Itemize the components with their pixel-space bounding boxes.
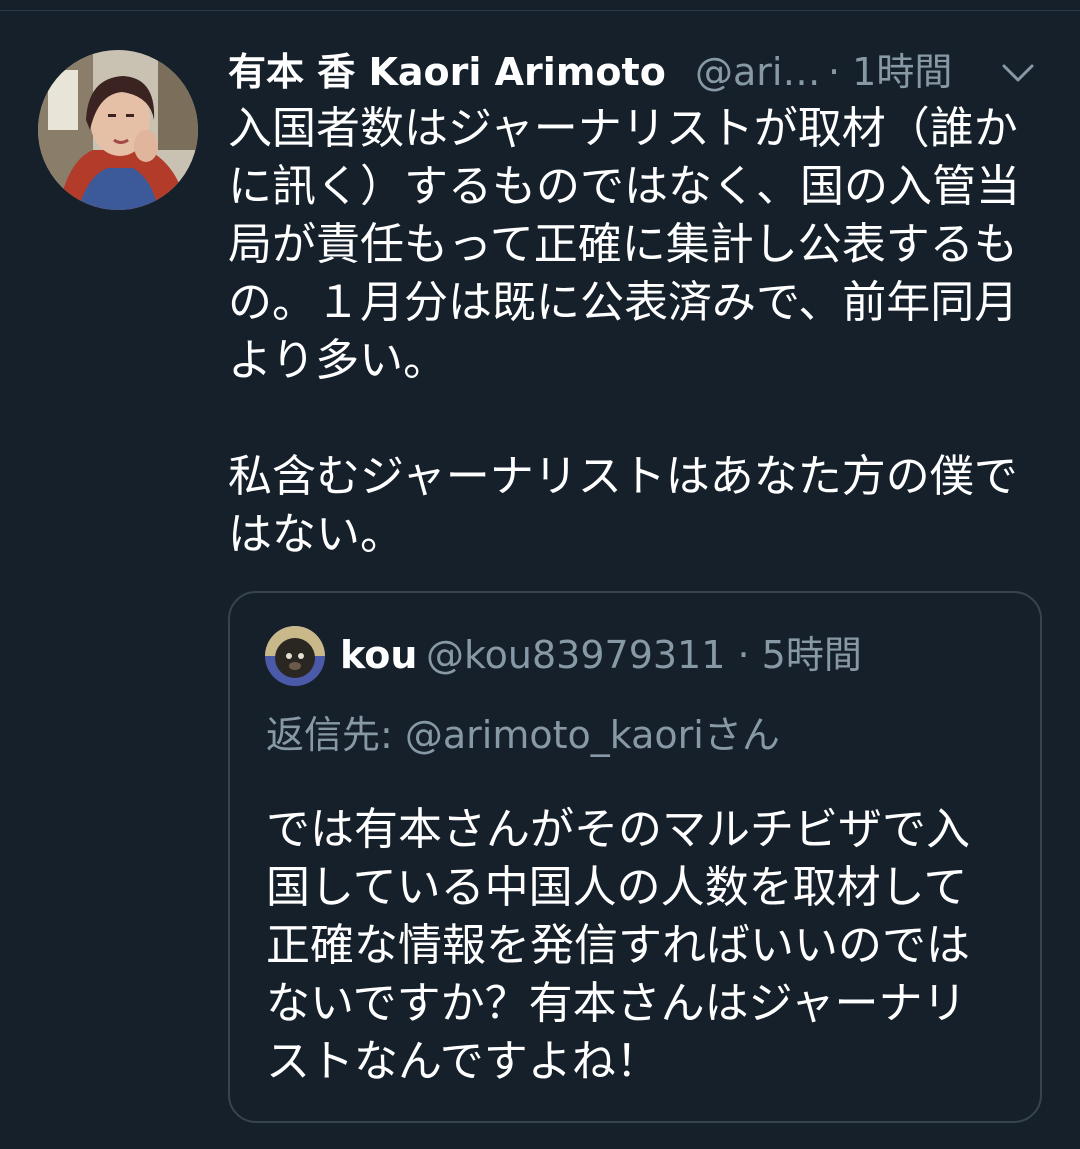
quoted-tweet-card[interactable]: kou @kou83979311 · 5時間 返信先: @arimoto_kao… <box>228 591 1042 1123</box>
top-divider <box>0 10 1080 11</box>
tweet-timestamp[interactable]: · 1時間 <box>828 46 952 98</box>
quoted-author-avatar[interactable] <box>265 626 325 686</box>
chevron-down-icon[interactable] <box>998 56 1038 92</box>
reply-to-label[interactable]: 返信先: @arimoto_kaoriさん <box>266 709 780 761</box>
tweet-text: 入国者数はジャーナリストが取材（誰かに訊く）するものではなく、国の入管当局が責任… <box>228 100 1048 564</box>
quoted-display-name[interactable]: kou <box>340 629 417 681</box>
tweet-paragraph-2: 私含むジャーナリストはあなた方の僕ではない。 <box>228 451 1018 560</box>
quoted-handle-time[interactable]: @kou83979311 · 5時間 <box>426 629 862 681</box>
author-avatar[interactable] <box>38 50 198 210</box>
tweet-paragraph-1: 入国者数はジャーナリストが取材（誰かに訊く）するものではなく、国の入管当局が責任… <box>228 103 1020 386</box>
author-display-name[interactable]: 有本 香 Kaori Arimoto <box>228 46 666 98</box>
tweet-header: 有本 香 Kaori Arimoto @ari… · 1時間 <box>228 44 1068 104</box>
author-handle[interactable]: @ari… <box>695 46 820 98</box>
quoted-tweet-text: では有本さんがそのマルチビザで入国している中国人の人数を取材して正確な情報を発信… <box>266 804 970 1087</box>
